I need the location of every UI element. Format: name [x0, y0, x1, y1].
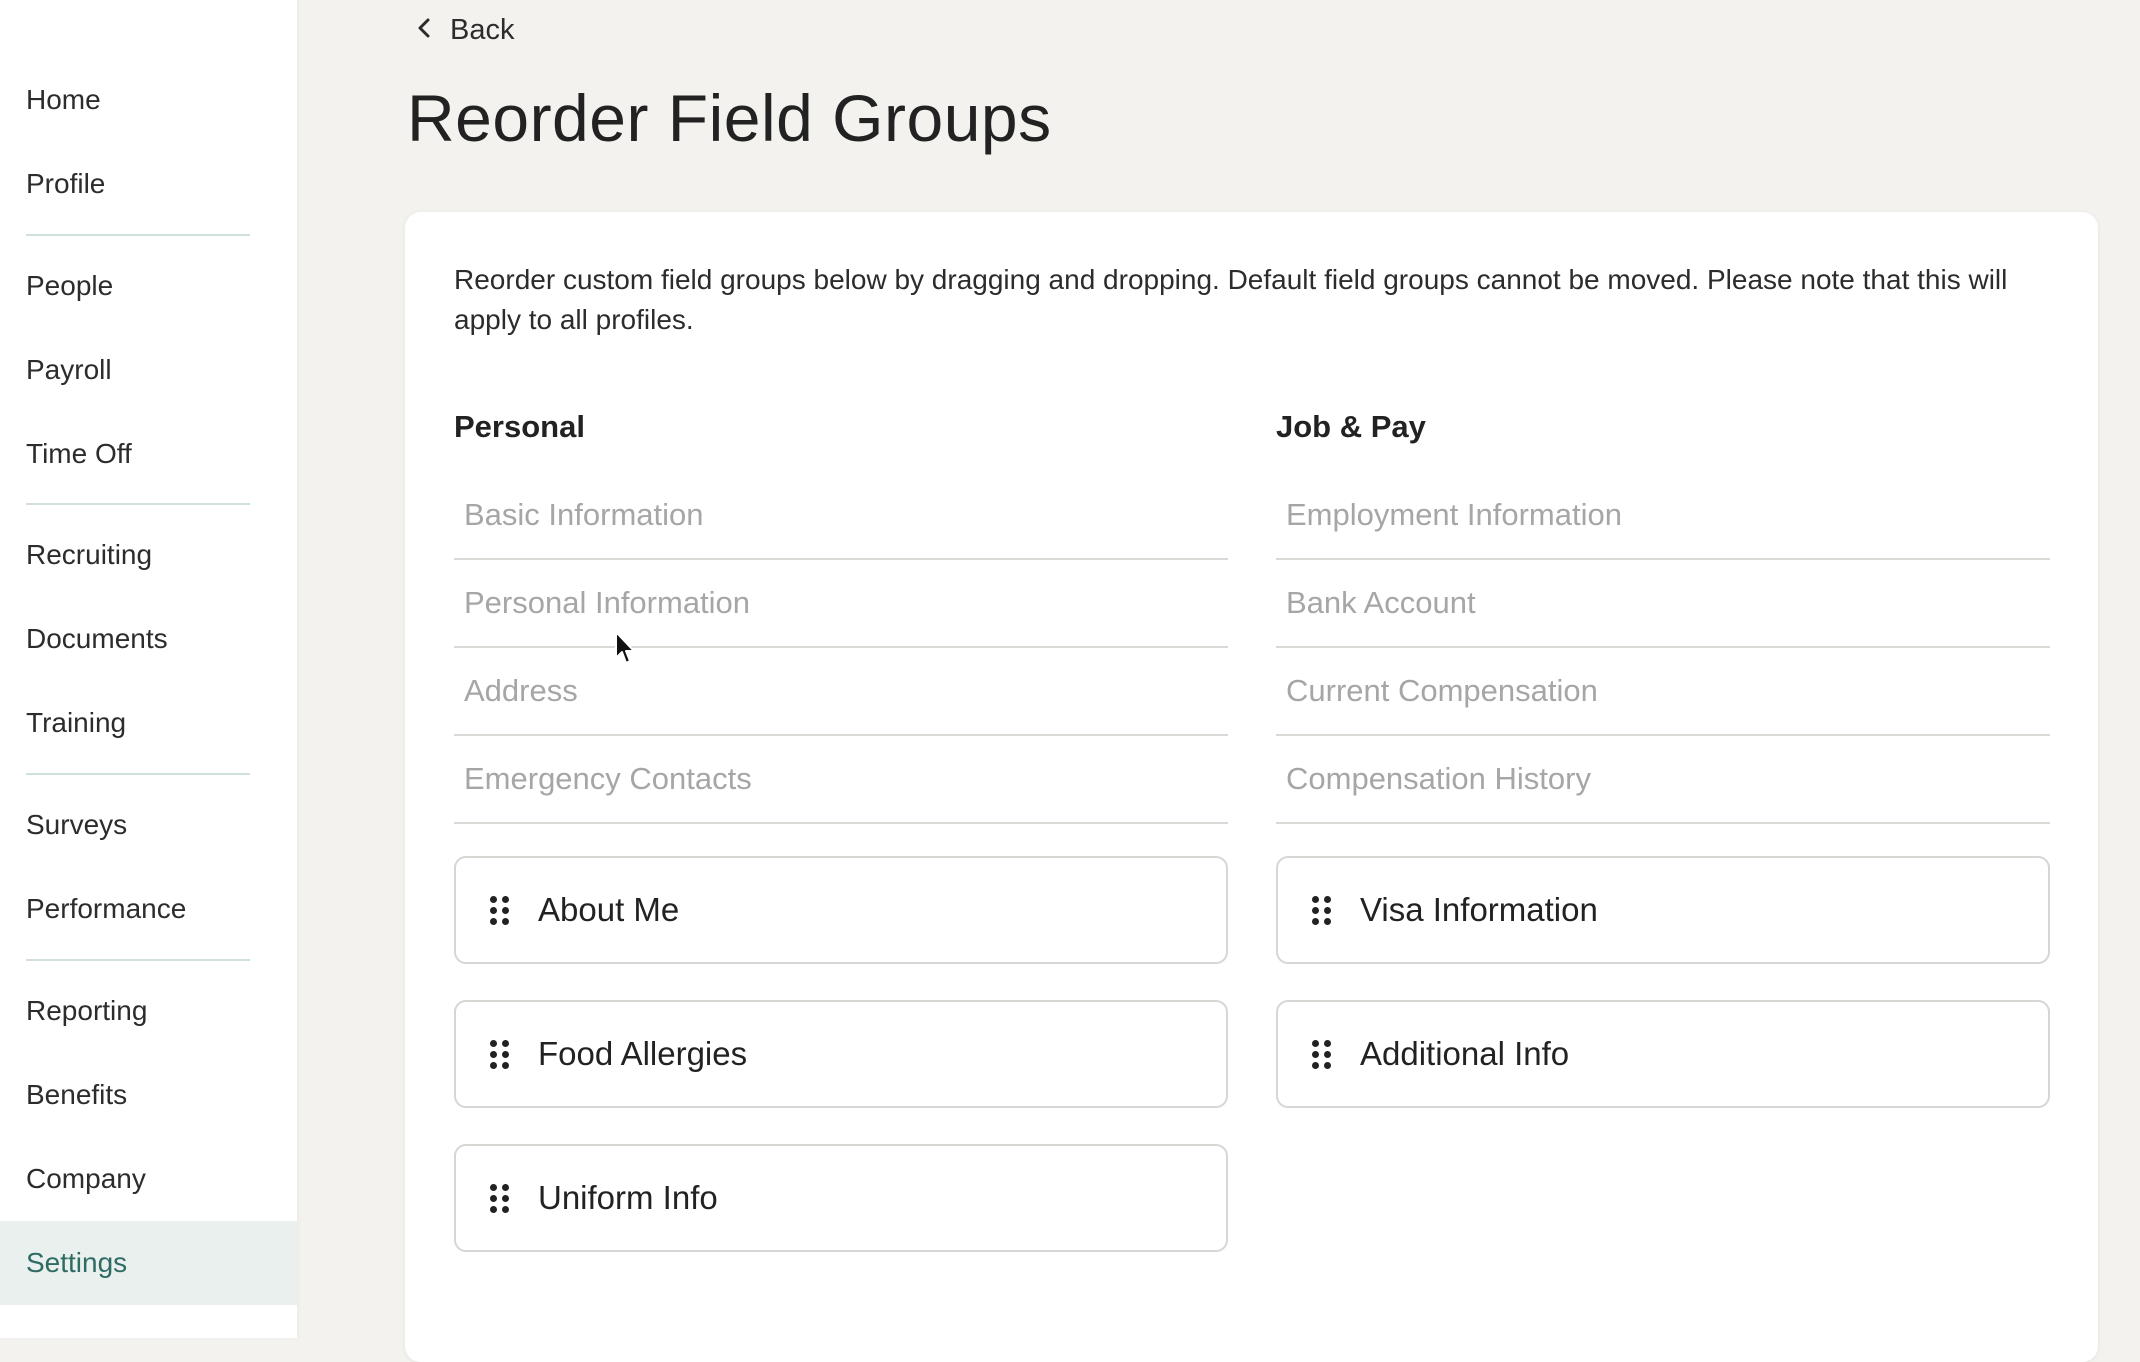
sidebar-item-people[interactable]: People — [0, 244, 297, 328]
default-group-row: Employment Information — [1276, 472, 2050, 560]
personal-custom-groups: About Me Food Allergies Uniform Info — [454, 856, 1228, 1252]
sidebar-item-label: Time Off — [26, 438, 132, 469]
sidebar-item-recruiting[interactable]: Recruiting — [0, 513, 297, 597]
sidebar-item-documents[interactable]: Documents — [0, 597, 297, 681]
sidebar-item-label: Documents — [26, 623, 168, 654]
custom-group-label: Food Allergies — [538, 1035, 748, 1072]
default-group-row: Bank Account — [1276, 560, 2050, 648]
sidebar-divider — [26, 503, 250, 505]
sidebar: Home Profile People Payroll Time Off Rec… — [0, 0, 297, 1338]
custom-group-row[interactable]: About Me — [454, 856, 1228, 964]
custom-group-label: Uniform Info — [538, 1179, 718, 1216]
back-link[interactable]: Back — [416, 14, 514, 47]
sidebar-item-home[interactable]: Home — [0, 58, 297, 142]
sidebar-item-time-off[interactable]: Time Off — [0, 412, 297, 496]
sidebar-item-label: Payroll — [26, 354, 112, 385]
sidebar-item-benefits[interactable]: Benefits — [0, 1053, 297, 1137]
sidebar-item-label: Recruiting — [26, 539, 153, 570]
job-pay-custom-groups: Visa Information Additional Info — [1276, 856, 2050, 1108]
reorder-card: Reorder custom field groups below by dra… — [405, 212, 2098, 1362]
default-group-row: Basic Information — [454, 472, 1228, 560]
sidebar-item-reporting[interactable]: Reporting — [0, 969, 297, 1053]
chevron-left-icon — [416, 15, 450, 46]
custom-group-row[interactable]: Visa Information — [1276, 856, 2050, 964]
default-group-row: Compensation History — [1276, 736, 2050, 824]
sidebar-item-label: Surveys — [26, 809, 128, 840]
default-group-row: Current Compensation — [1276, 648, 2050, 736]
drag-handle-icon[interactable] — [1312, 895, 1331, 925]
sidebar-item-company[interactable]: Company — [0, 1137, 297, 1221]
custom-group-row[interactable]: Food Allergies — [454, 1000, 1228, 1108]
drag-handle-icon[interactable] — [490, 1183, 509, 1213]
drag-handle-icon[interactable] — [490, 895, 509, 925]
sidebar-item-label: Performance — [26, 893, 187, 924]
section-title-job-pay: Job & Pay — [1276, 409, 1426, 444]
default-group-row: Address — [454, 648, 1228, 736]
default-group-row: Personal Information — [454, 560, 1228, 648]
custom-group-label: About Me — [538, 891, 680, 928]
sidebar-item-label: Company — [26, 1163, 146, 1194]
sidebar-divider — [26, 234, 250, 236]
sidebar-divider — [26, 773, 250, 775]
sidebar-item-surveys[interactable]: Surveys — [0, 783, 297, 867]
drag-handle-icon[interactable] — [1312, 1039, 1331, 1069]
personal-column: Personal Basic Information Personal Info… — [454, 402, 1228, 1288]
sidebar-item-label: Reporting — [26, 995, 148, 1026]
sidebar-item-label: People — [26, 270, 114, 301]
sidebar-item-label: Profile — [26, 168, 106, 199]
sidebar-item-label: Training — [26, 707, 127, 738]
mouse-cursor-icon — [615, 631, 635, 664]
back-label: Back — [450, 14, 515, 46]
sidebar-item-payroll[interactable]: Payroll — [0, 328, 297, 412]
sidebar-item-training[interactable]: Training — [0, 681, 297, 765]
sidebar-item-settings[interactable]: Settings — [0, 1221, 297, 1305]
sidebar-item-label: Settings — [26, 1247, 128, 1278]
custom-group-label: Visa Information — [1360, 891, 1598, 928]
personal-default-groups: Basic Information Personal Information A… — [454, 472, 1228, 824]
custom-group-row[interactable]: Additional Info — [1276, 1000, 2050, 1108]
drag-handle-icon[interactable] — [490, 1039, 509, 1069]
sidebar-item-label: Home — [26, 84, 101, 115]
description-text: Reorder custom field groups below by dra… — [454, 264, 2008, 335]
page-title: Reorder Field Groups — [407, 81, 1052, 155]
sidebar-item-performance[interactable]: Performance — [0, 867, 297, 951]
job-pay-column: Job & Pay Employment Information Bank Ac… — [1276, 402, 2050, 1144]
sidebar-item-label: Benefits — [26, 1079, 128, 1110]
job-pay-default-groups: Employment Information Bank Account Curr… — [1276, 472, 2050, 824]
sidebar-item-profile[interactable]: Profile — [0, 142, 297, 226]
custom-group-label: Additional Info — [1360, 1035, 1570, 1072]
default-group-row: Emergency Contacts — [454, 736, 1228, 824]
sidebar-divider — [26, 959, 250, 961]
custom-group-row[interactable]: Uniform Info — [454, 1144, 1228, 1252]
section-title-personal: Personal — [454, 409, 585, 444]
